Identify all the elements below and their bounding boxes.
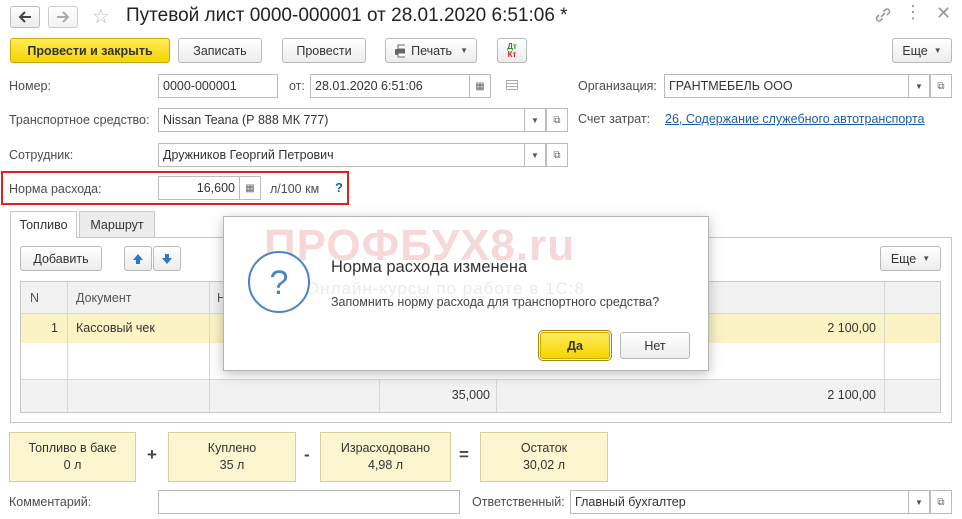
- tab-route-label: Маршрут: [90, 217, 144, 232]
- dialog-title: Норма расхода изменена: [331, 258, 528, 276]
- tab-fuel-label: Топливо: [19, 218, 68, 232]
- calendar-icon[interactable]: ▦: [469, 74, 491, 98]
- move-up-button[interactable]: [124, 246, 152, 271]
- rate-unit: л/100 км: [270, 182, 320, 196]
- vehicle-label: Транспортное средство:: [9, 113, 150, 127]
- vehicle-field[interactable]: Nissan Teana (Р 888 МК 777): [158, 108, 525, 132]
- date-field[interactable]: 28.01.2020 6:51:06: [310, 74, 470, 98]
- bought-label: Куплено: [207, 441, 257, 455]
- arrow-left-icon: [18, 11, 31, 23]
- document-list-icon[interactable]: [506, 80, 518, 90]
- chevron-down-icon: ▼: [933, 46, 942, 55]
- footer-qty: 35,000: [451, 388, 490, 402]
- no-button[interactable]: Нет: [620, 332, 690, 359]
- rest-box: Остаток 30,02 л: [480, 432, 608, 482]
- responsible-open-icon[interactable]: ⧉: [930, 490, 952, 514]
- column-divider: [884, 282, 885, 412]
- header-document: Документ: [76, 291, 132, 305]
- employee-open-icon[interactable]: ⧉: [546, 143, 568, 167]
- arrow-down-icon: [162, 253, 172, 264]
- employee-label: Сотрудник:: [9, 148, 74, 162]
- bought-value: 35 л: [219, 458, 245, 472]
- close-icon[interactable]: ✕: [936, 3, 951, 24]
- column-divider: [67, 282, 68, 412]
- chevron-down-icon: ▼: [922, 254, 931, 263]
- rate-label: Норма расхода:: [9, 182, 102, 196]
- nav-forward-button[interactable]: [48, 6, 78, 28]
- from-label: от:: [289, 79, 305, 93]
- window-title: Путевой лист 0000-000001 от 28.01.2020 6…: [126, 5, 568, 26]
- rate-field[interactable]: 16,600: [158, 176, 240, 200]
- link-icon[interactable]: [874, 6, 892, 27]
- arrow-right-icon: [57, 11, 70, 23]
- help-icon[interactable]: ?: [335, 180, 343, 195]
- dt-kt-button[interactable]: Дт Кт: [497, 38, 527, 63]
- post-and-close-button[interactable]: Провести и закрыть: [10, 38, 170, 63]
- add-row-button[interactable]: Добавить: [20, 246, 102, 271]
- svg-text:?: ?: [270, 264, 289, 302]
- confirm-dialog: ПРОФБУХ8.ru Онлайн-курсы по работе в 1С:…: [223, 216, 709, 371]
- tab-more-button[interactable]: Еще ▼: [880, 246, 941, 271]
- plus-sign: +: [147, 445, 157, 464]
- yes-button[interactable]: Да: [538, 330, 612, 361]
- favorite-star-icon[interactable]: ☆: [92, 4, 110, 29]
- responsible-field[interactable]: Главный бухгалтер: [570, 490, 909, 514]
- row-document: Кассовый чек: [76, 321, 155, 335]
- spent-box: Израсходовано 4,98 л: [320, 432, 451, 482]
- bought-box: Куплено 35 л: [168, 432, 296, 482]
- spent-label: Израсходовано: [340, 441, 431, 455]
- printer-icon: [395, 44, 406, 57]
- comment-field[interactable]: [158, 490, 460, 514]
- save-button[interactable]: Записать: [178, 38, 262, 63]
- column-divider: [379, 379, 380, 412]
- footer-amount: 2 100,00: [827, 388, 876, 402]
- post-button[interactable]: Провести: [282, 38, 366, 63]
- comment-label: Комментарий:: [9, 495, 92, 509]
- row-amount: 2 100,00: [827, 321, 876, 335]
- tank-box: Топливо в баке 0 л: [9, 432, 136, 482]
- employee-field[interactable]: Дружников Георгий Петрович: [158, 143, 525, 167]
- organization-dropdown-icon[interactable]: ▼: [909, 74, 930, 98]
- more-label: Еще: [902, 43, 928, 58]
- nav-back-button[interactable]: [10, 6, 40, 28]
- cost-account-link[interactable]: 26, Содержание служебного автотранспорта: [665, 112, 925, 126]
- arrow-up-icon: [133, 253, 143, 264]
- move-down-button[interactable]: [153, 246, 181, 271]
- print-button[interactable]: Печать ▼: [385, 38, 477, 63]
- tab-route[interactable]: Маршрут: [79, 211, 155, 237]
- question-icon: ?: [248, 251, 310, 313]
- organization-open-icon[interactable]: ⧉: [930, 74, 952, 98]
- employee-dropdown-icon[interactable]: ▼: [525, 143, 546, 167]
- more-button[interactable]: Еще ▼: [892, 38, 952, 63]
- rest-value: 30,02 л: [522, 458, 566, 472]
- minus-sign: -: [304, 445, 310, 464]
- column-divider: [496, 379, 497, 412]
- more-actions-icon[interactable]: ⋮: [904, 2, 922, 23]
- tab-fuel[interactable]: Топливо: [10, 211, 77, 238]
- chevron-down-icon: ▼: [460, 46, 468, 55]
- print-label: Печать: [411, 43, 453, 58]
- organization-label: Организация:: [578, 79, 657, 93]
- rest-label: Остаток: [520, 441, 568, 455]
- number-field[interactable]: 0000-000001: [158, 74, 278, 98]
- responsible-dropdown-icon[interactable]: ▼: [909, 490, 930, 514]
- tank-label: Топливо в баке: [28, 441, 117, 455]
- spent-value: 4,98 л: [367, 458, 404, 472]
- cost-account-label: Счет затрат:: [578, 112, 651, 126]
- vehicle-open-icon[interactable]: ⧉: [546, 108, 568, 132]
- calculator-icon[interactable]: ▦: [239, 176, 261, 200]
- column-divider: [209, 282, 210, 412]
- responsible-label: Ответственный:: [472, 495, 565, 509]
- tank-value: 0 л: [63, 458, 82, 472]
- vehicle-dropdown-icon[interactable]: ▼: [525, 108, 546, 132]
- header-n: N: [30, 291, 40, 305]
- equals-sign: =: [459, 445, 469, 464]
- organization-field[interactable]: ГРАНТМЕБЕЛЬ ООО: [664, 74, 909, 98]
- dialog-message: Запомнить норму расхода для транспортног…: [331, 295, 660, 309]
- kt-label: Кт: [507, 49, 517, 59]
- tab-more-label: Еще: [890, 251, 917, 266]
- number-label: Номер:: [9, 79, 51, 93]
- row-n: 1: [51, 321, 58, 335]
